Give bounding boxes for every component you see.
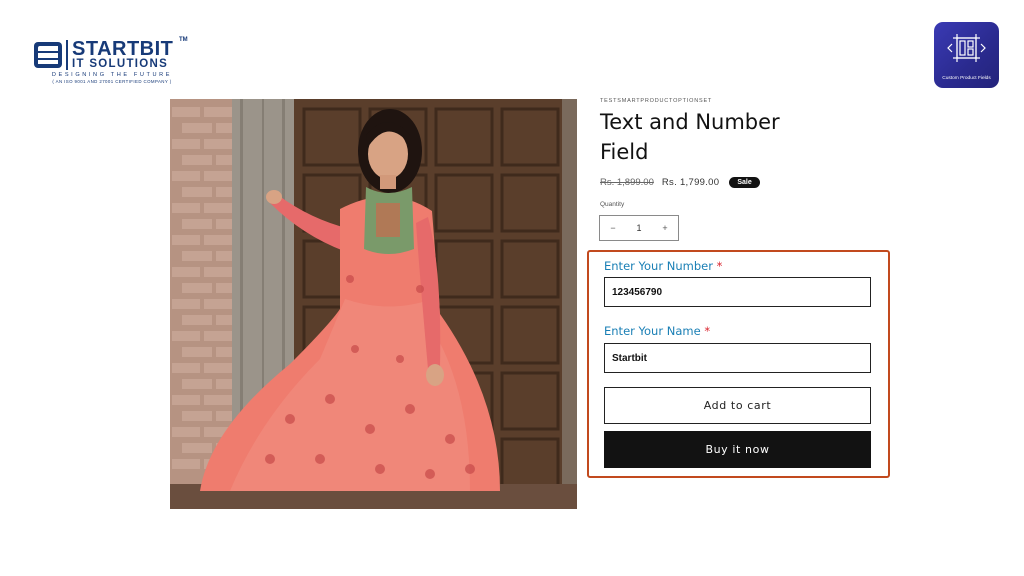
sale-badge: Sale xyxy=(729,176,760,188)
app-badge-label: Custom Product Fields xyxy=(942,76,991,81)
required-mark: * xyxy=(716,259,723,273)
product-vendor: TESTSMARTPRODUCTOPTIONSET xyxy=(600,98,713,104)
number-field-label: Enter Your Number * xyxy=(604,259,722,273)
custom-product-fields-badge: Custom Product Fields xyxy=(934,22,999,88)
number-field-label-text: Enter Your Number xyxy=(604,259,713,273)
required-mark: * xyxy=(704,324,711,338)
brand-name: STARTBIT xyxy=(72,38,174,60)
product-photo xyxy=(170,99,577,509)
product-title: Text and Number Field xyxy=(600,110,780,164)
price-row: Rs. 1,899.00 Rs. 1,799.00 Sale xyxy=(600,174,760,190)
brand-certification: ( AN ISO 9001 AND 27001 CERTIFIED COMPAN… xyxy=(52,79,172,84)
name-field-label: Enter Your Name * xyxy=(604,324,710,338)
product-image[interactable] xyxy=(170,99,577,509)
brand-tagline: DESIGNING THE FUTURE xyxy=(51,72,173,78)
brand-subtitle: IT SOLUTIONS xyxy=(72,58,169,70)
quantity-stepper: − 1 + xyxy=(599,215,679,241)
quantity-value[interactable]: 1 xyxy=(626,223,652,233)
quantity-plus-button[interactable]: + xyxy=(652,223,678,233)
logo-divider xyxy=(66,40,68,70)
quantity-minus-button[interactable]: − xyxy=(600,223,626,233)
buy-it-now-button[interactable]: Buy it now xyxy=(604,431,871,468)
name-field-label-text: Enter Your Name xyxy=(604,324,701,338)
regular-price: Rs. 1,899.00 xyxy=(600,176,654,188)
layout-grid-icon xyxy=(947,34,986,62)
sale-price: Rs. 1,799.00 xyxy=(661,176,720,188)
add-to-cart-button[interactable]: Add to cart xyxy=(604,387,871,424)
quantity-label: Quantity xyxy=(600,201,625,208)
brand-tm: TM xyxy=(179,37,188,43)
name-field-input[interactable] xyxy=(604,343,871,373)
number-field-input[interactable] xyxy=(604,277,871,307)
brand-logo: STARTBIT TM IT SOLUTIONS DESIGNING THE F… xyxy=(34,37,190,86)
logo-mark-icon xyxy=(34,42,62,68)
